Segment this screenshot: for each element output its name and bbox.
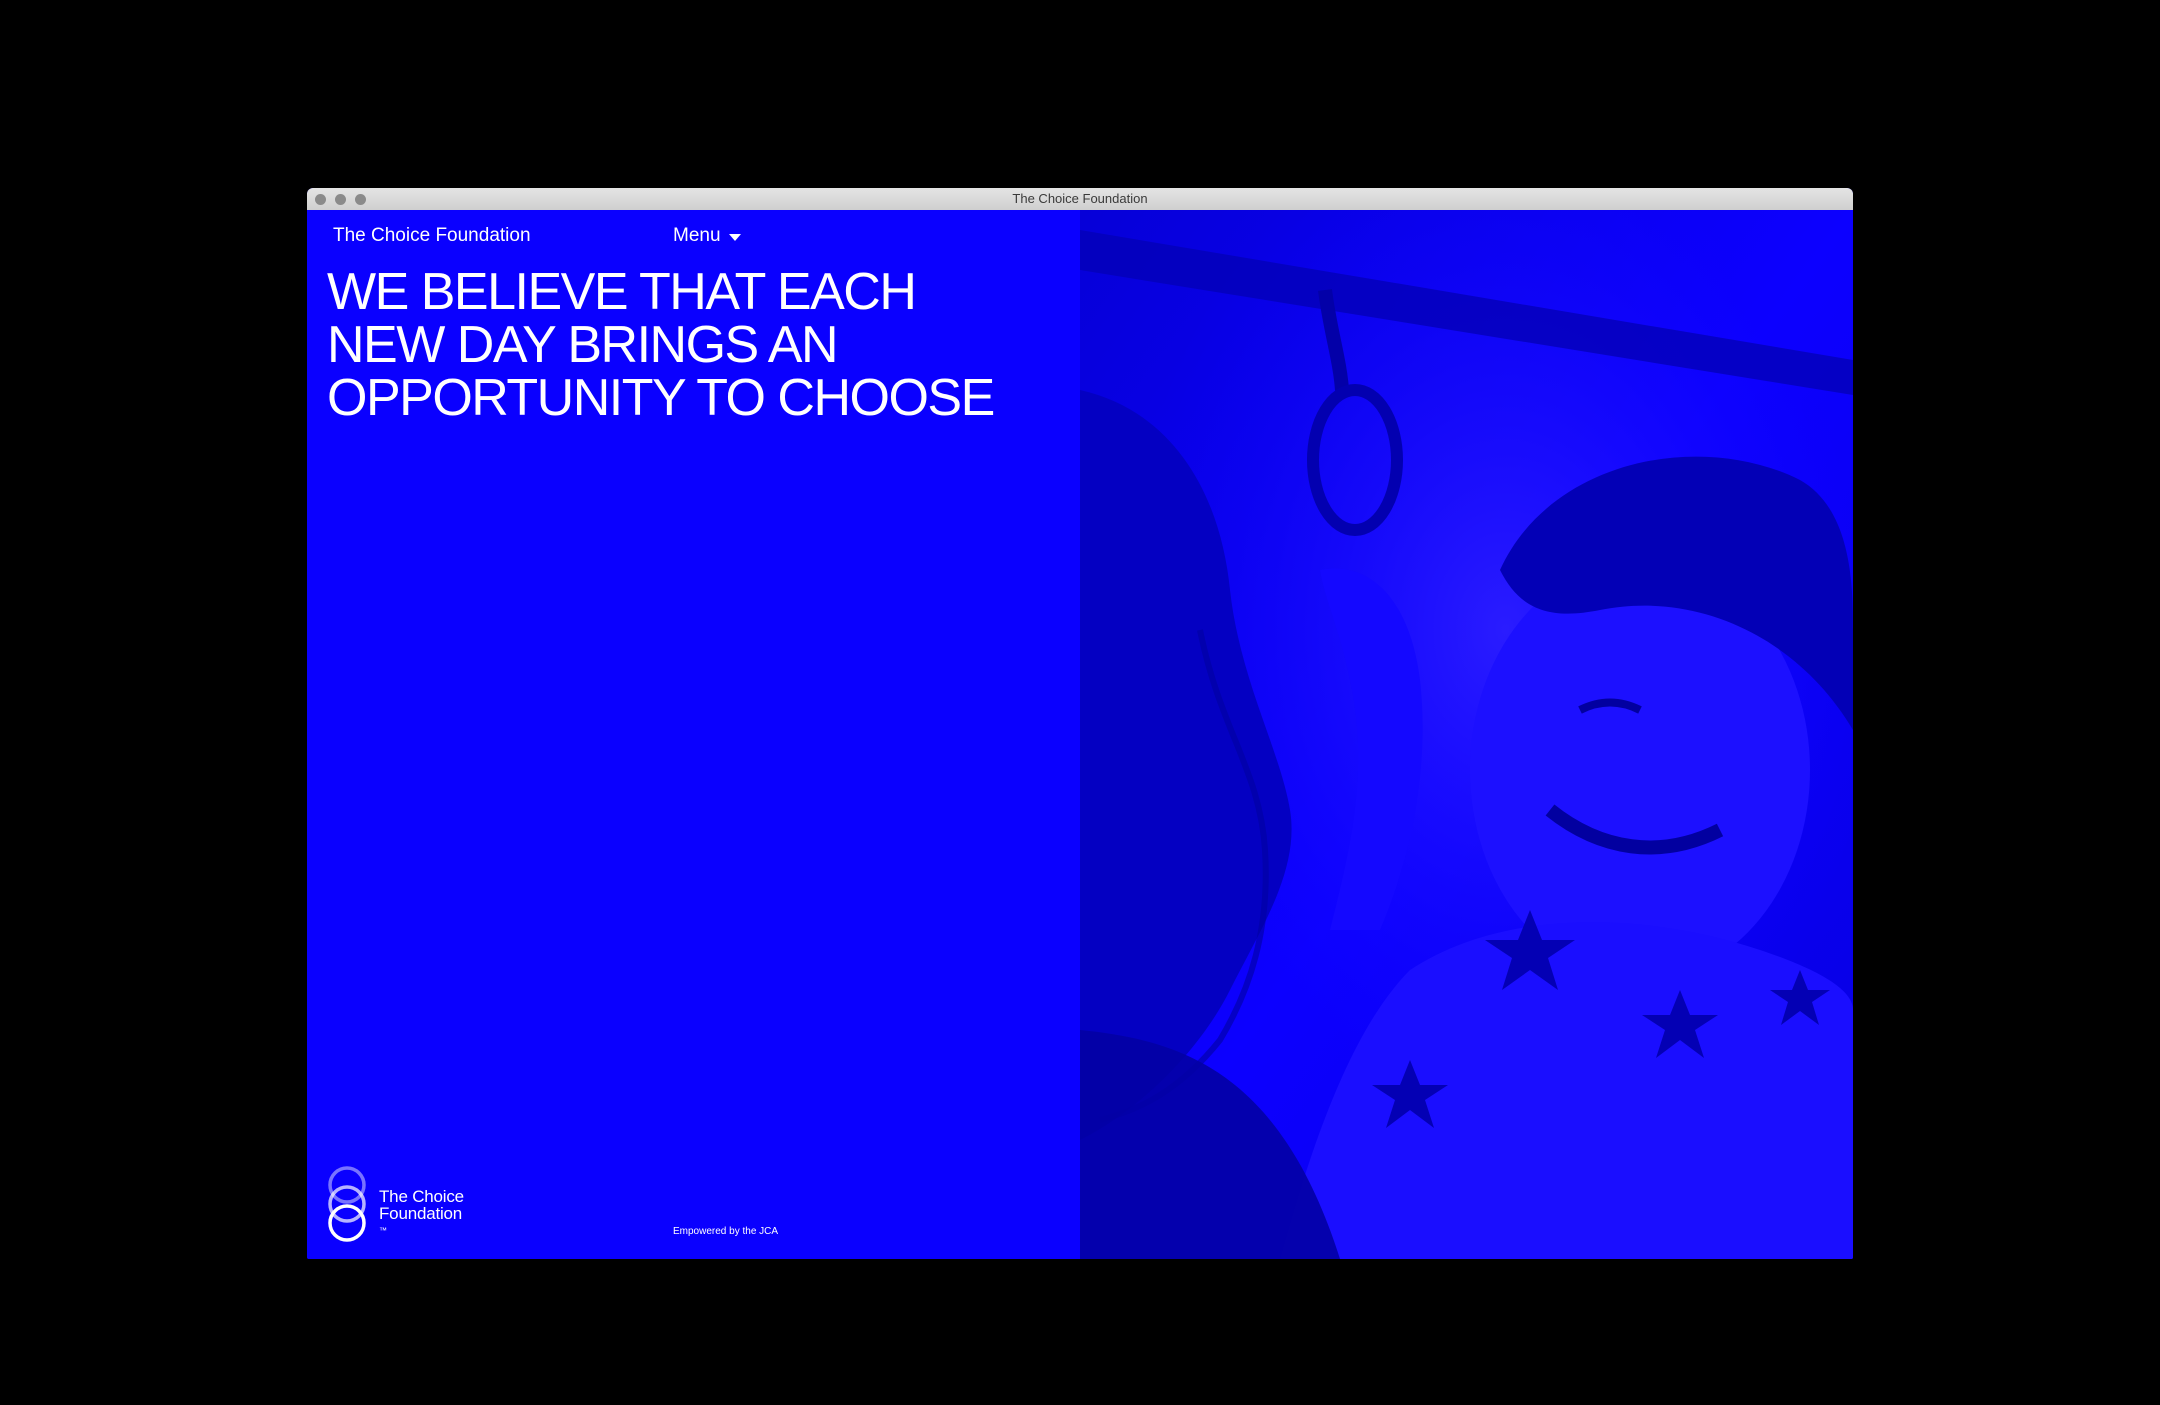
hero-photo-panel xyxy=(1080,210,1853,1259)
hero-line-3: OPPORTUNITY TO CHOOSE xyxy=(327,369,995,427)
trademark-symbol: ™ xyxy=(379,1226,387,1235)
empowered-by-text: Empowered by the JCA xyxy=(673,1226,779,1237)
window-title: The Choice Foundation xyxy=(1012,191,1148,206)
window-titlebar: The Choice Foundation xyxy=(307,188,1853,211)
logo-line-1: The Choice xyxy=(379,1187,464,1206)
menu-button[interactable]: Menu xyxy=(673,225,741,247)
logo-line-2-text: Foundation xyxy=(379,1204,463,1223)
browser-window: The Choice Foundation The Choice Foundat… xyxy=(307,188,1853,1259)
footer-logo[interactable]: The Choice Foundation ™ xyxy=(325,1165,464,1243)
brand-link[interactable]: The Choice Foundation xyxy=(333,225,531,247)
hero-line-2: NEW DAY BRINGS AN xyxy=(327,316,839,374)
logo-wordmark: The Choice Foundation ™ xyxy=(379,1188,464,1239)
hero-photo xyxy=(1080,210,1853,1259)
hero-headline: WE BELIEVE THAT EACH NEW DAY BRINGS AN O… xyxy=(327,266,1067,425)
chevron-down-icon xyxy=(728,233,741,241)
menu-label: Menu xyxy=(673,225,721,246)
hero-line-1: WE BELIEVE THAT EACH xyxy=(327,263,917,321)
rings-logo-icon xyxy=(328,1166,366,1242)
logo-line-2: Foundation ™ xyxy=(379,1205,464,1239)
hero-text-panel: The Choice Foundation Menu WE BELIEVE TH… xyxy=(307,210,1080,1259)
